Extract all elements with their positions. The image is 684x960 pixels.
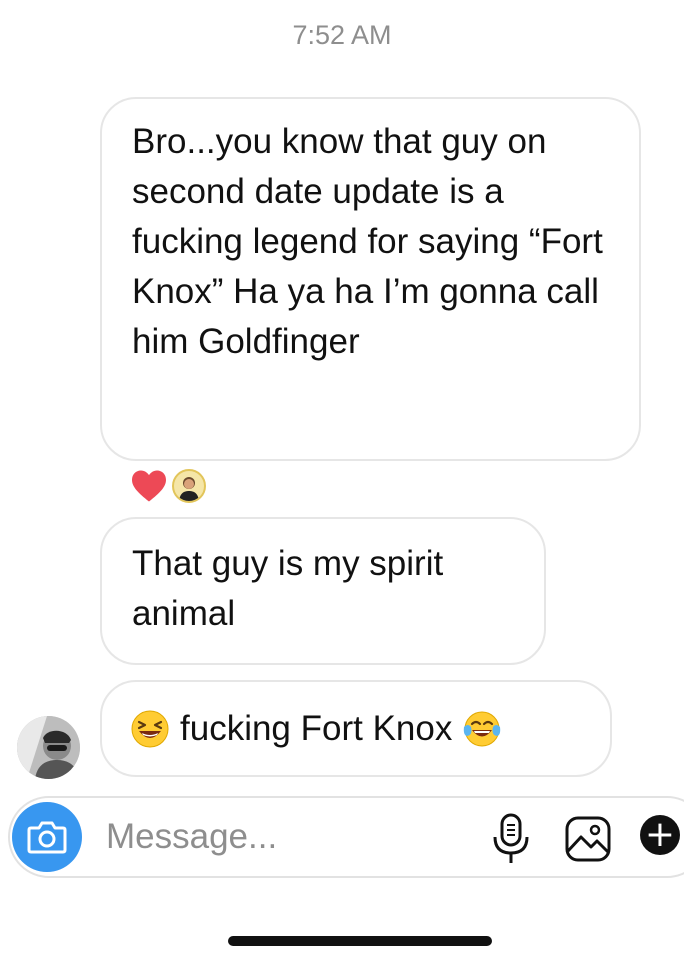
reactor-avatar[interactable] — [172, 469, 206, 503]
camera-button[interactable] — [12, 802, 82, 872]
laughing-face-icon — [131, 710, 169, 747]
message-text-2: That guy is my spirit animal — [132, 544, 444, 633]
microphone-button[interactable] — [491, 813, 531, 865]
person-silhouette-icon — [179, 477, 199, 501]
camera-icon — [27, 821, 67, 854]
home-indicator[interactable] — [228, 936, 492, 946]
message-bubble-1[interactable]: Bro...you know that guy on second date u… — [100, 97, 641, 461]
message-bubble-3[interactable]: fucking Fort Knox — [100, 680, 612, 777]
microphone-icon — [493, 813, 529, 863]
message-input[interactable] — [106, 810, 476, 864]
message-text-1: Bro...you know that guy on second date u… — [132, 122, 603, 361]
message-reactions[interactable] — [130, 468, 206, 504]
tears-of-joy-icon — [464, 711, 501, 746]
plus-button[interactable]: + — [640, 815, 680, 855]
message-timestamp: 7:52 AM — [292, 20, 392, 50]
image-icon — [565, 816, 611, 862]
sender-photo — [17, 716, 80, 779]
sender-avatar[interactable] — [17, 716, 80, 779]
message-text-3: fucking Fort Knox — [180, 708, 453, 748]
gallery-button[interactable] — [564, 815, 612, 863]
heart-icon — [132, 470, 166, 502]
message-bubble-2[interactable]: That guy is my spirit animal — [100, 517, 546, 665]
